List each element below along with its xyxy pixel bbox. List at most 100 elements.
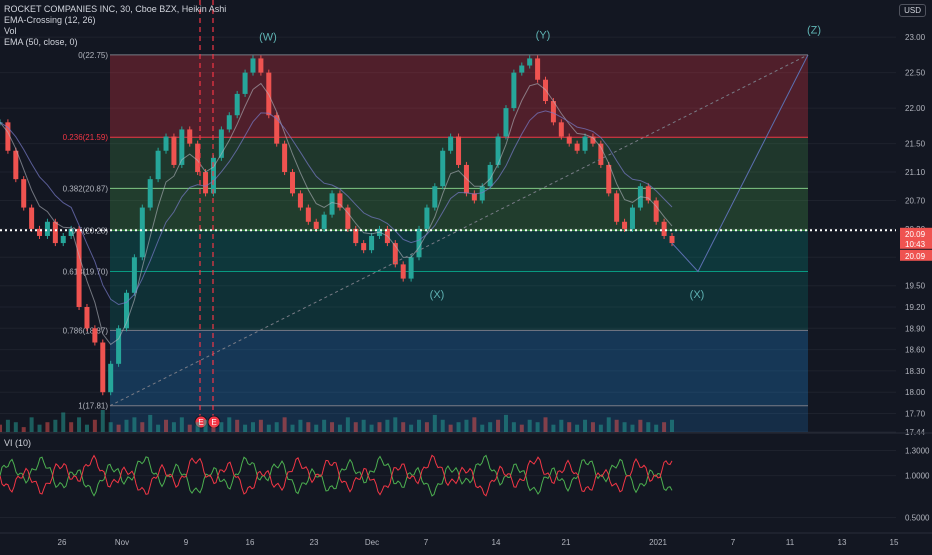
price-candle: [661, 221, 667, 236]
volume-bar: [440, 419, 445, 432]
fib-level-label: 0.236(21.59): [63, 133, 109, 142]
price-candle: [408, 257, 414, 279]
price-candle: [13, 150, 19, 180]
volume-bar: [646, 422, 651, 432]
volume-bar: [527, 419, 532, 432]
vi-legend[interactable]: VI (10): [4, 438, 31, 448]
volume-legend[interactable]: Vol: [4, 26, 226, 37]
volume-bar: [140, 422, 145, 432]
price-axis-tick: 19.50: [905, 282, 926, 291]
wave-label: (X): [430, 289, 445, 301]
price-candle: [60, 235, 66, 244]
price-axis-tick: 22.50: [905, 69, 926, 78]
time-axis-tick: 13: [838, 538, 847, 547]
volume-bar: [45, 422, 50, 432]
volume-bar: [235, 419, 240, 432]
volume-bar: [575, 424, 580, 432]
price-tag-label: 10:43: [905, 240, 926, 249]
volume-bar: [496, 419, 501, 432]
volume-bar: [559, 419, 564, 432]
price-candle: [456, 136, 462, 165]
price-tag-label: 20.09: [905, 252, 926, 261]
price-tag-label: 20.09: [905, 230, 926, 239]
price-candle: [558, 122, 564, 137]
time-axis-tick: 9: [184, 538, 189, 547]
volume-bar: [630, 424, 635, 432]
volume-bar: [409, 424, 414, 432]
volume-bar: [345, 417, 350, 432]
vi-axis-tick: 1.0000: [905, 472, 930, 481]
price-candle: [163, 136, 169, 151]
volume-bar: [511, 422, 516, 432]
price-candle: [242, 72, 248, 94]
wave-label: (W): [259, 32, 277, 44]
volume-bar: [266, 424, 271, 432]
symbol-title[interactable]: ROCKET COMPANIES INC, 30, Cboe BZX, Heik…: [4, 4, 226, 15]
price-candle: [100, 342, 106, 393]
volume-bar: [298, 419, 303, 432]
volume-bar: [21, 427, 26, 432]
price-candle: [297, 193, 303, 208]
volume-bar: [424, 422, 429, 432]
volume-bar: [290, 424, 295, 432]
time-axis-tick: 14: [492, 538, 501, 547]
currency-button[interactable]: USD: [899, 4, 926, 17]
time-axis-tick: 7: [731, 538, 736, 547]
price-axis-tick: 17.70: [905, 410, 926, 419]
volume-bar: [116, 424, 121, 432]
volume-bar: [5, 419, 10, 432]
volume-bar: [13, 422, 18, 432]
price-candle: [606, 164, 612, 194]
price-candle: [187, 129, 193, 144]
price-candle: [234, 93, 240, 116]
fib-level-label: 0(22.75): [78, 51, 108, 60]
volume-bar: [385, 419, 390, 432]
volume-bar: [258, 419, 263, 432]
price-candle: [52, 221, 58, 244]
price-candle: [400, 264, 406, 279]
time-axis-tick: 15: [890, 538, 899, 547]
fib-zone: [110, 230, 808, 272]
fib-level-label: 0.382(20.87): [63, 184, 109, 193]
volume-bar: [0, 424, 2, 432]
volume-bar: [369, 424, 374, 432]
price-candle: [448, 136, 454, 151]
price-axis-tick: 20.70: [905, 196, 926, 205]
volume-bar: [448, 424, 453, 432]
price-candle: [131, 257, 137, 293]
price-chart-svg[interactable]: 0(22.75)0.236(21.59)0.382(20.87)0.5(20.2…: [0, 0, 932, 550]
volume-bar: [179, 417, 184, 432]
volume-bar: [100, 410, 105, 432]
volume-bar: [606, 417, 611, 432]
ema-crossing-legend[interactable]: EMA-Crossing (12, 26): [4, 15, 226, 26]
volume-bar: [156, 424, 161, 432]
volume-bar: [670, 419, 674, 432]
price-axis-tick: 21.10: [905, 168, 926, 177]
volume-bar: [456, 422, 461, 432]
volume-bar: [227, 417, 232, 432]
price-candle: [92, 328, 98, 343]
price-candle: [424, 207, 430, 229]
time-axis-tick: 16: [246, 538, 255, 547]
fib-zone: [110, 330, 808, 406]
chart-legend: ROCKET COMPANIES INC, 30, Cboe BZX, Heik…: [4, 4, 226, 48]
fib-zone: [110, 188, 808, 231]
volume-bar: [590, 422, 595, 432]
ema-legend[interactable]: EMA (50, close, 0): [4, 37, 226, 48]
price-candle: [503, 108, 509, 137]
price-candle: [519, 65, 525, 73]
volume-bar: [37, 424, 42, 432]
chart-area[interactable]: 0(22.75) 0.236(21.59) 0.382(20.87) 0.5(20.2…: [0, 0, 932, 550]
volume-bar: [662, 422, 667, 432]
time-axis-tick: 21: [562, 538, 571, 547]
price-axis-tick: 18.00: [905, 388, 926, 397]
volume-bar: [330, 422, 335, 432]
volume-bar: [361, 419, 366, 432]
price-candle: [155, 150, 161, 180]
volume-bar: [29, 417, 34, 432]
price-candle: [535, 58, 541, 80]
vi-axis-tick: 1.3000: [905, 447, 930, 456]
price-candle: [321, 214, 327, 229]
price-candle: [290, 172, 296, 194]
volume-bar: [583, 419, 588, 432]
